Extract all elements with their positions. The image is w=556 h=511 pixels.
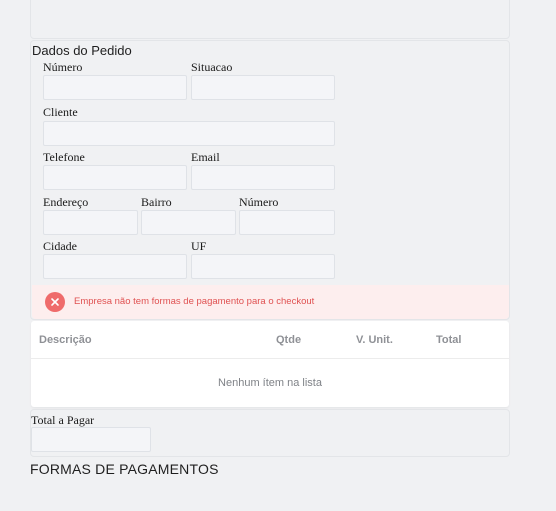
email-label: Email: [191, 150, 220, 164]
close-circle-icon: [45, 292, 65, 312]
endereco-input[interactable]: [43, 210, 138, 235]
items-table: Descrição Qtde V. Unit. Total Nenhum íte…: [31, 321, 509, 407]
situacao-input[interactable]: [191, 75, 335, 100]
telefone-label: Telefone: [43, 150, 85, 164]
numero-endereco-label: Número: [239, 195, 279, 209]
previous-section-panel: [30, 0, 510, 39]
numero-label: Número: [43, 60, 83, 74]
total-input[interactable]: [31, 427, 151, 452]
items-table-header: Descrição Qtde V. Unit. Total: [31, 321, 509, 359]
uf-label: UF: [191, 239, 207, 253]
bairro-label: Bairro: [141, 195, 172, 209]
bairro-input[interactable]: [141, 210, 236, 235]
cidade-input[interactable]: [43, 254, 187, 279]
column-header-qtde[interactable]: Qtde: [276, 334, 301, 346]
email-input[interactable]: [191, 165, 335, 190]
column-header-v-unit[interactable]: V. Unit.: [356, 334, 393, 346]
error-message: Empresa não tem formas de pagamento para…: [74, 296, 315, 307]
telefone-input[interactable]: [43, 165, 187, 190]
endereco-label: Endereço: [43, 195, 89, 209]
cliente-label: Cliente: [43, 105, 78, 119]
uf-input[interactable]: [191, 254, 335, 279]
cidade-label: Cidade: [43, 239, 77, 253]
cliente-input[interactable]: [43, 121, 335, 146]
numero-input[interactable]: [43, 75, 187, 100]
numero-endereco-input[interactable]: [239, 210, 335, 235]
column-header-descricao[interactable]: Descrição: [39, 334, 92, 346]
order-details-panel: Dados do Pedido Número Situacao Cliente …: [30, 40, 510, 320]
payments-section-title: FORMAS DE PAGAMENTOS: [30, 461, 219, 477]
situacao-label: Situacao: [191, 60, 233, 74]
total-panel: Total a Pagar: [30, 409, 510, 457]
total-label: Total a Pagar: [31, 413, 95, 427]
error-alert: Empresa não tem formas de pagamento para…: [32, 285, 509, 319]
empty-list-message: Nenhum ítem na lista: [218, 377, 322, 389]
column-header-total[interactable]: Total: [436, 334, 461, 346]
order-section-title: Dados do Pedido: [32, 43, 132, 58]
